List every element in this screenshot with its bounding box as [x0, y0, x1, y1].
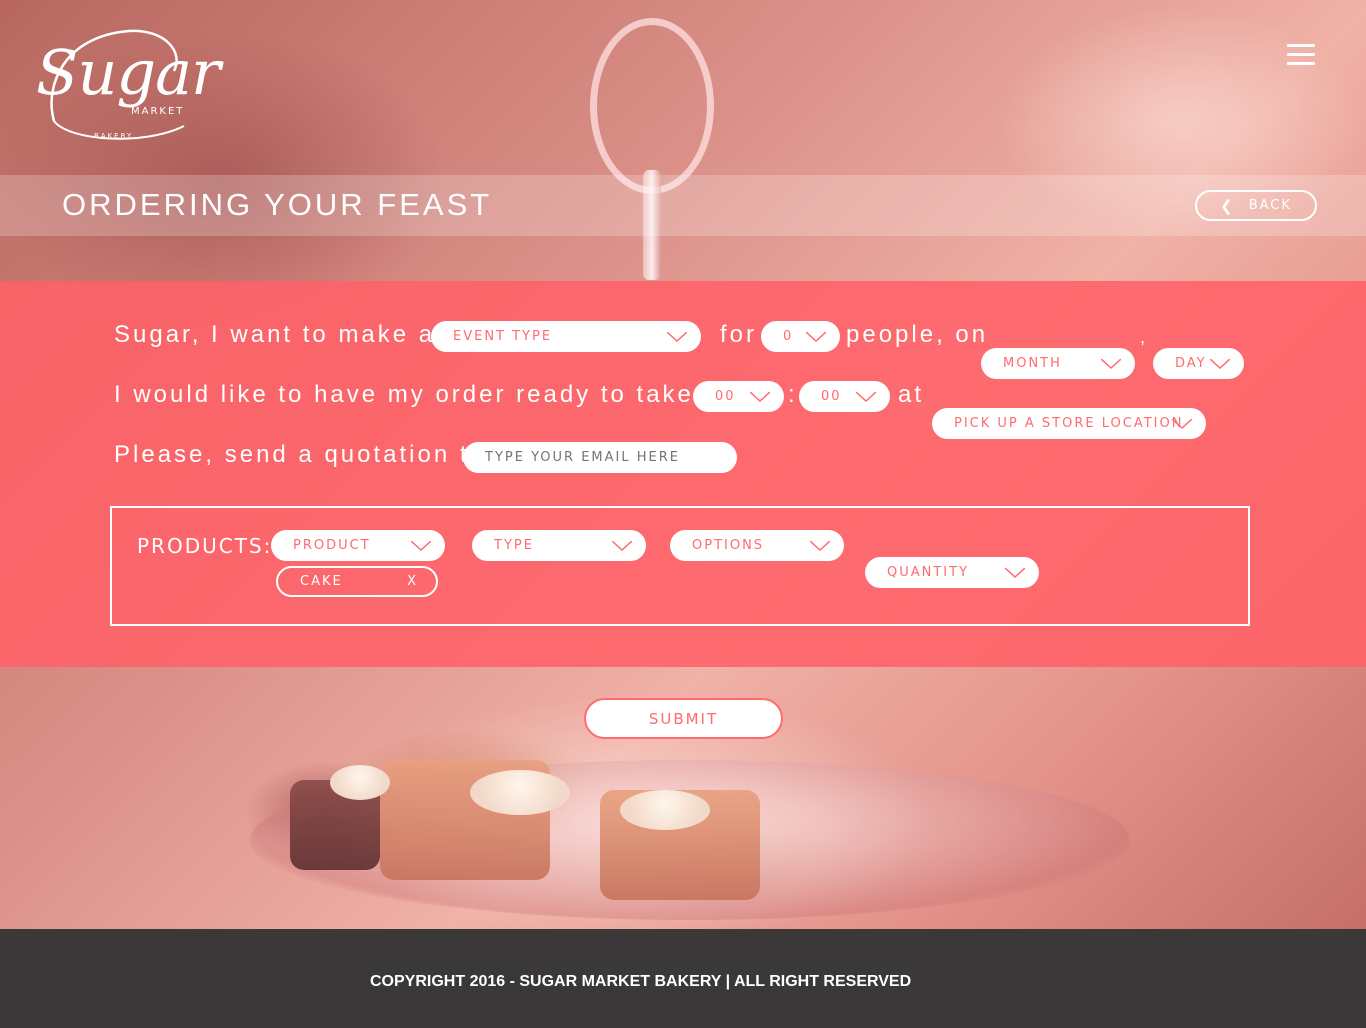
products-label: PRODUCTS: [137, 534, 273, 558]
options-select[interactable]: OPTIONS [670, 530, 844, 561]
line3-text: Please, send a quotation to [114, 441, 486, 468]
chevron-down-icon [806, 332, 826, 342]
copyright-text: COPYRIGHT 2016 - SUGAR MARKET BAKERY | A… [370, 973, 912, 990]
comma-text: , [1140, 327, 1149, 347]
order-form: Sugar, I want to make a EVENT TYPE for 0… [0, 281, 1366, 667]
type-value: TYPE [494, 538, 534, 553]
chevron-down-icon [750, 392, 770, 402]
chevron-left-icon: ❮ [1220, 196, 1235, 215]
for-text: for [720, 321, 758, 348]
options-value: OPTIONS [692, 538, 765, 553]
back-button[interactable]: ❮ BACK [1195, 190, 1317, 221]
frosting [330, 765, 390, 800]
frosting [620, 790, 710, 830]
month-value: MONTH [1003, 356, 1062, 371]
logo-subtitle-bakery: BAKERY [94, 132, 134, 140]
minute-select[interactable]: 00 [799, 381, 890, 412]
people-count-value: 0 [783, 329, 794, 344]
chevron-down-icon [612, 541, 632, 551]
selected-product-chip[interactable]: CAKE X [276, 566, 438, 597]
event-type-select[interactable]: EVENT TYPE [431, 321, 701, 352]
chevron-down-icon [411, 541, 431, 551]
store-location-value: PICK UP A STORE LOCATION [954, 416, 1184, 431]
page-title: ORDERING YOUR FEAST [62, 187, 493, 222]
cake-stand-ring [590, 18, 714, 194]
chevron-down-icon [667, 332, 687, 342]
title-bar: ORDERING YOUR FEAST ❮ BACK [0, 175, 1366, 236]
chevron-down-icon [1101, 359, 1121, 369]
logo-word: Sugar [36, 36, 221, 109]
back-button-label: BACK [1248, 198, 1292, 213]
time-colon: : [788, 381, 798, 408]
day-select[interactable]: DAY [1153, 348, 1244, 379]
hamburger-menu-icon[interactable] [1287, 44, 1315, 68]
day-value: DAY [1175, 356, 1207, 371]
line2-text: I would like to have my order ready to t… [114, 381, 730, 408]
products-box: PRODUCTS: PRODUCT TYPE OPTIONS QUANTITY … [110, 506, 1250, 626]
store-location-select[interactable]: PICK UP A STORE LOCATION [932, 408, 1206, 439]
month-select[interactable]: MONTH [981, 348, 1135, 379]
product-value: PRODUCT [293, 538, 371, 553]
chevron-down-icon [1210, 359, 1230, 369]
event-type-value: EVENT TYPE [453, 329, 553, 344]
logo-subtitle-market: MARKET [131, 106, 185, 117]
chevron-down-icon [810, 541, 830, 551]
remove-chip-icon[interactable]: X [407, 574, 418, 589]
line1-text: Sugar, I want to make a [114, 321, 436, 348]
chevron-down-icon [1005, 568, 1025, 578]
hour-value: 00 [715, 389, 736, 404]
submit-button[interactable]: SUBMIT [584, 698, 783, 739]
chevron-down-icon [856, 392, 876, 402]
footer: COPYRIGHT 2016 - SUGAR MARKET BAKERY | A… [0, 929, 1366, 1028]
frosting [470, 770, 570, 815]
type-select[interactable]: TYPE [472, 530, 646, 561]
at-text: at [898, 381, 925, 408]
quantity-select[interactable]: QUANTITY [865, 557, 1039, 588]
people-count-select[interactable]: 0 [761, 321, 840, 352]
brand-logo[interactable]: Sugar MARKET BAKERY [34, 26, 221, 146]
product-select[interactable]: PRODUCT [271, 530, 445, 561]
people-on-text: people, on [846, 321, 989, 348]
quantity-value: QUANTITY [887, 565, 970, 580]
chevron-down-icon [1172, 419, 1192, 429]
hour-select[interactable]: 00 [693, 381, 784, 412]
email-field[interactable] [463, 442, 737, 473]
minute-value: 00 [821, 389, 842, 404]
selected-product-label: CAKE [300, 574, 343, 589]
